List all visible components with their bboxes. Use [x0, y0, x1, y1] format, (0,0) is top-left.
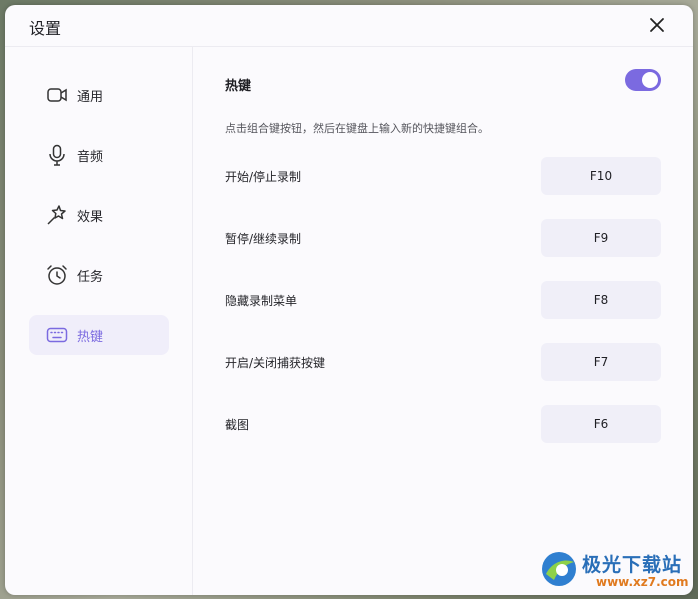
sidebar-item-hotkeys[interactable]: 热键: [29, 315, 169, 355]
hotkey-label: 截图: [225, 418, 250, 432]
aurora-logo-icon: [538, 548, 580, 590]
settings-sidebar: 通用 音频 效果 任务 热键: [5, 47, 193, 595]
sidebar-item-label: 任务: [77, 270, 104, 285]
hotkey-row: 隐藏录制菜单 F8: [225, 281, 661, 319]
keyboard-icon: [45, 323, 69, 347]
alarm-clock-icon: [45, 263, 69, 287]
hotkeys-hint: 点击组合键按钮，然后在键盘上输入新的快捷键组合。: [225, 122, 489, 135]
hotkey-button[interactable]: F9: [541, 219, 661, 257]
hotkey-label: 开始/停止录制: [225, 170, 302, 184]
hotkey-label: 隐藏录制菜单: [225, 294, 298, 308]
sidebar-item-effects[interactable]: 效果: [29, 195, 169, 235]
hotkey-label: 开启/关闭捕获按键: [225, 356, 326, 370]
toggle-knob: [642, 72, 658, 88]
magic-wand-icon: [45, 203, 69, 227]
sidebar-item-label: 效果: [77, 210, 104, 225]
watermark-url: www.xz7.com: [596, 575, 689, 589]
hotkey-row: 截图 F6: [225, 405, 661, 443]
title-bar: 设置: [5, 5, 693, 47]
hotkey-button[interactable]: F7: [541, 343, 661, 381]
dialog-title: 设置: [29, 19, 62, 38]
close-icon[interactable]: [645, 13, 669, 37]
hotkey-button[interactable]: F8: [541, 281, 661, 319]
sidebar-item-label: 热键: [77, 330, 104, 345]
section-title: 热键: [225, 79, 252, 94]
sidebar-item-label: 音频: [77, 150, 104, 165]
hotkeys-panel: 热键 点击组合键按钮，然后在键盘上输入新的快捷键组合。 开始/停止录制 F10 …: [193, 47, 693, 595]
hotkey-label: 暂停/继续录制: [225, 232, 302, 246]
hotkey-row: 暂停/继续录制 F9: [225, 219, 661, 257]
hotkey-button[interactable]: F10: [541, 157, 661, 195]
hotkey-button[interactable]: F6: [541, 405, 661, 443]
microphone-icon: [45, 143, 69, 167]
camera-icon: [45, 83, 69, 107]
hotkey-row: 开始/停止录制 F10: [225, 157, 661, 195]
sidebar-item-tasks[interactable]: 任务: [29, 255, 169, 295]
hotkeys-toggle[interactable]: [625, 69, 661, 91]
settings-dialog: 设置 通用 音频 效果 任务 热键 热键 点击组合键按钮，然后在键盘上输入新的快…: [5, 5, 693, 595]
sidebar-item-label: 通用: [77, 90, 104, 105]
watermark-title: 极光下载站: [582, 554, 683, 576]
watermark: 极光下载站 www.xz7.com: [538, 546, 690, 594]
hotkey-row: 开启/关闭捕获按键 F7: [225, 343, 661, 381]
sidebar-item-audio[interactable]: 音频: [29, 135, 169, 175]
sidebar-item-general[interactable]: 通用: [29, 75, 169, 115]
